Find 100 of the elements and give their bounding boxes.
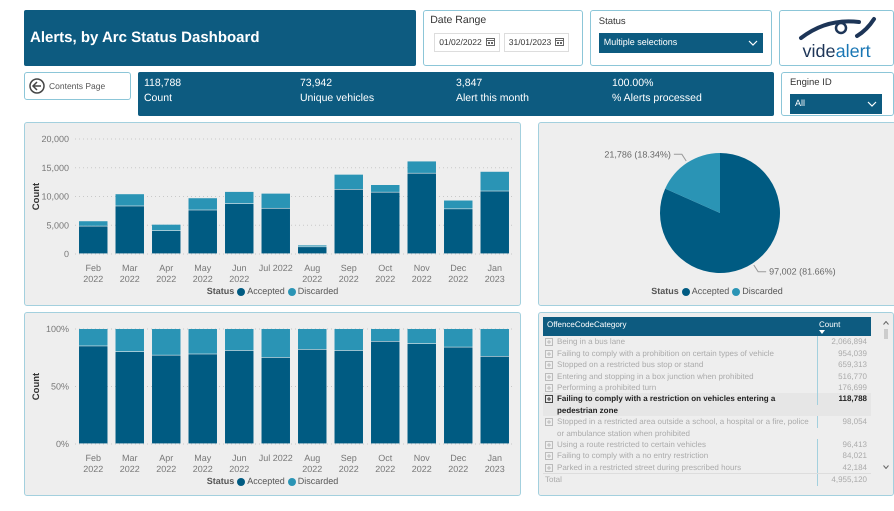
category-cell: Performing a prohibited turn: [557, 382, 656, 394]
table-row[interactable]: Using a route restricted to certain vehicles 96,413: [543, 439, 871, 450]
axis-tick-label: Jun 2022: [229, 453, 250, 474]
axis-tick-label: 20,000: [41, 134, 69, 144]
total-cell: 4,955,120: [817, 474, 869, 486]
calendar-icon: [486, 38, 495, 46]
kpi-value: 73,942: [300, 76, 334, 91]
table-row[interactable]: Stopped on a restricted bus stop or stand 659,313: [543, 359, 871, 371]
axis-tick-label: Mar 2022: [120, 453, 140, 474]
category-cell: Parked in a restricted street during prescribed hours: [557, 462, 742, 474]
data-label: 21,786 (18.34%): [604, 149, 671, 160]
category-cell: Being in a bus lane: [557, 336, 626, 348]
count-cell: 118,788: [817, 393, 869, 405]
chevron-down-icon: [748, 40, 758, 46]
category-cell: Entering and stopping in a box junction when prohibited: [557, 370, 754, 382]
dropdown[interactable]: All: [790, 94, 882, 114]
eye-logo-icon: [796, 16, 877, 42]
legend-label: Discarded: [298, 285, 338, 298]
axis-tick-label: Sep 2022: [338, 453, 359, 474]
axis-tick-label: Apr 2022: [156, 453, 176, 474]
expand-icon: [545, 452, 553, 460]
axis-tick-label: Aug 2022: [302, 453, 322, 474]
date-field[interactable]: 31/01/2023: [504, 32, 570, 52]
category-cell: Failing to comply with a no entry restriction: [557, 450, 708, 462]
leader-line: [753, 264, 767, 272]
legend-label: Discarded: [742, 285, 783, 298]
column-header: Count: [819, 319, 840, 330]
axis-tick-label: Oct 2022: [375, 263, 396, 284]
axis-tick-label: 0%: [56, 439, 69, 449]
axis-tick-label: 0: [64, 249, 69, 259]
count-cell: 84,021: [817, 450, 869, 462]
expand-icon: [545, 418, 553, 426]
axis-tick-label: 50%: [50, 382, 69, 392]
table-row[interactable]: Entering and stopping in a box junction when prohibited 516,770: [543, 370, 871, 382]
axis-tick-label: Apr 2022: [156, 263, 176, 284]
axis-tick-label: May 2022: [192, 263, 213, 284]
count-cell: 2,066,894: [817, 336, 869, 348]
kpi-label: Alert this month: [456, 90, 530, 106]
expand-icon: [545, 395, 553, 404]
category-cell: Failing to comply with a prohibition on certain types of vehicle: [557, 348, 774, 360]
axis-tick-label: Mar 2022: [120, 263, 140, 284]
axis-tick-label: Jan 2023: [484, 453, 505, 474]
scroll-up-icon: [883, 321, 889, 325]
category-cell: Using a route restricted to certain vehicles: [557, 439, 706, 450]
legend-label: Accepted: [247, 285, 285, 298]
date-field[interactable]: 01/02/2022: [434, 32, 500, 52]
contents-page-button[interactable]: Contents Page: [24, 72, 131, 100]
date-range-label: Date Range: [430, 13, 488, 28]
axis-tick-label: Feb 2022: [83, 453, 104, 474]
axis-title: Count: [31, 372, 42, 400]
axis-tick-label: 15,000: [41, 162, 69, 173]
kpi-value: 100.00%: [612, 76, 654, 91]
legend-label: Accepted: [247, 475, 285, 488]
table-row[interactable]: Failing to comply with a no entry restriction 84,021: [543, 450, 871, 462]
axis-tick-label: 5,000: [46, 220, 69, 230]
table-row[interactable]: Failing to comply with a prohibition on certain types of vehicle 954,039: [543, 348, 871, 360]
axis-tick-label: Dec 2022: [448, 453, 468, 474]
kpi-value: 118,788: [144, 76, 182, 91]
expand-icon: [545, 350, 553, 358]
table-row[interactable]: Being in a bus lane 2,066,894: [543, 336, 871, 348]
axis-tick-label: Oct 2022: [375, 453, 396, 474]
filter-label: Engine ID: [790, 76, 833, 90]
axis-tick-label: Nov 2022: [412, 453, 432, 474]
category-cell: Stopped on a restricted bus stop or stand: [557, 359, 704, 371]
dropdown[interactable]: Multiple selections: [598, 33, 763, 53]
expand-icon: [545, 384, 553, 392]
table-row[interactable]: Failing to comply with a restriction on vehicles entering a pedestrian zone 118,788: [543, 393, 871, 416]
table-row[interactable]: Stopped in a restricted area outside a school, a hospital or a fire, police or ambulance station when prohibited 98,054: [543, 416, 871, 440]
logo-text: videalert: [802, 42, 871, 60]
dashboard-title: Alerts, by Arc Status Dashboard: [30, 29, 260, 47]
expand-icon: [545, 464, 553, 472]
axis-tick-label: May 2022: [192, 453, 213, 474]
count-cell: 954,039: [817, 348, 869, 360]
category-cell-text: Failing to comply with a restriction on vehicles entering a pedestrian zone: [557, 393, 776, 416]
data-label: 97,002 (81.66%): [769, 266, 836, 277]
calendar-icon: [555, 38, 564, 46]
kpi-label: Unique vehicles: [300, 90, 376, 106]
legend-title: Status: [651, 285, 679, 298]
axis-tick-label: Jun 2022: [229, 263, 250, 284]
total-label: Total: [545, 474, 562, 486]
axis-tick-label: Jul 2022: [258, 453, 293, 463]
axis-tick-label: Nov 2022: [412, 263, 432, 284]
sort-down-icon: [819, 330, 825, 334]
column-header: OffenceCodeCategory: [547, 319, 626, 331]
axis-title: Count: [31, 182, 42, 210]
expand-icon: [545, 372, 553, 381]
axis-tick-label: Dec 2022: [448, 263, 468, 284]
axis-tick-label: Jan 2023: [484, 263, 505, 284]
count-cell: 96,413: [817, 439, 869, 450]
axis-tick-label: Feb 2022: [83, 263, 104, 284]
scrollbar-thumb[interactable]: [884, 329, 888, 339]
table-row[interactable]: Parked in a restricted street during prescribed hours 42,184: [543, 462, 871, 474]
scroll-down-icon: [883, 465, 889, 469]
legend-title: Status: [206, 285, 234, 298]
axis-tick-label: 100%: [46, 324, 69, 334]
axis-tick-label: 10,000: [41, 192, 69, 202]
leader-line: [673, 154, 687, 162]
filter-label: Status: [598, 15, 627, 29]
count-cell: 516,770: [817, 370, 869, 382]
legend-label: Accepted: [692, 285, 730, 298]
